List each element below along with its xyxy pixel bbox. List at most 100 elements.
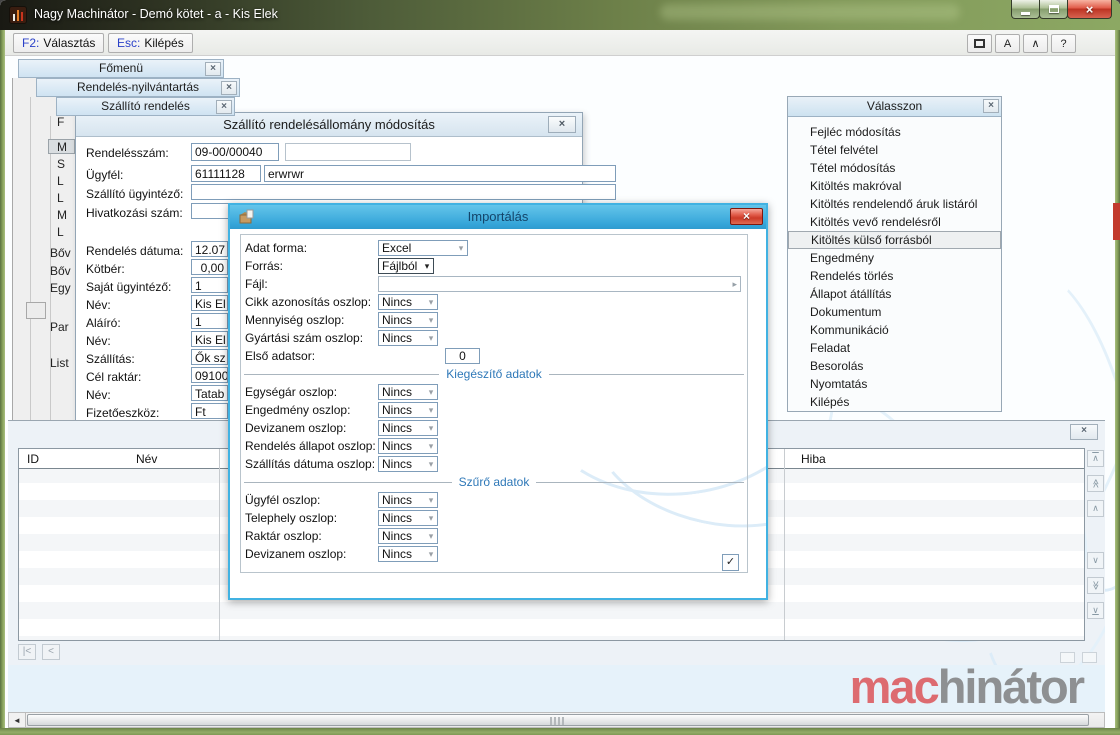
menu-item[interactable]: Kommunikáció bbox=[788, 321, 1001, 339]
scroll-top-button[interactable]: ∧ bbox=[1087, 450, 1104, 467]
menu-item[interactable]: Besorolás bbox=[788, 357, 1001, 375]
form-row: Első adatsor: 0 bbox=[230, 348, 766, 364]
discount-column-dropdown[interactable]: Nincs ▾ bbox=[378, 402, 438, 418]
chevron-down-icon: ▾ bbox=[428, 422, 434, 433]
shipping-field[interactable]: Ők sz bbox=[191, 349, 228, 365]
column-header-nev[interactable]: Név bbox=[136, 452, 157, 466]
order-number-extra-field[interactable] bbox=[285, 143, 411, 161]
horizontal-scrollbar[interactable]: ◄ bbox=[8, 712, 1105, 728]
menu-item[interactable]: Dokumentum bbox=[788, 303, 1001, 321]
chevron-down-icon: ▾ bbox=[428, 404, 434, 415]
window-szallito-rendeles[interactable]: Szállító rendelés × bbox=[56, 97, 235, 116]
menu-item[interactable]: Tétel felvétel bbox=[788, 141, 1001, 159]
scroll-up-button[interactable]: ∧ bbox=[1087, 500, 1104, 517]
scrollbar-thumb[interactable] bbox=[27, 714, 1089, 726]
menu-item[interactable]: Kitöltés vevő rendelésről bbox=[788, 213, 1001, 231]
menu-item[interactable]: Állapot átállítás bbox=[788, 285, 1001, 303]
first-record-button[interactable]: |< bbox=[18, 644, 36, 660]
column-header-id[interactable]: ID bbox=[27, 452, 39, 466]
menu-item-selected[interactable]: Kitöltés külső forrásból bbox=[788, 231, 1001, 249]
serial-column-dropdown[interactable]: Nincs ▾ bbox=[378, 330, 438, 346]
maximize-button[interactable] bbox=[1039, 0, 1068, 19]
page-up-button[interactable]: ≪ bbox=[1087, 475, 1104, 492]
column-separator bbox=[784, 449, 785, 640]
menu-item[interactable]: Kilépés bbox=[788, 393, 1001, 411]
dialog-close-button[interactable]: × bbox=[548, 116, 576, 133]
window-mode-button[interactable] bbox=[967, 34, 992, 53]
panel-close-button[interactable]: × bbox=[1070, 424, 1098, 440]
page-down-button[interactable]: ≫ bbox=[1087, 577, 1104, 594]
scroll-down-button[interactable]: ∨ bbox=[1087, 552, 1104, 569]
warehouse-column-dropdown[interactable]: Nincs ▾ bbox=[378, 528, 438, 544]
minimize-icon bbox=[1021, 11, 1030, 15]
corner-button[interactable] bbox=[1060, 652, 1075, 663]
logo-part-red: mac bbox=[849, 660, 940, 713]
minimize-button[interactable] bbox=[1011, 0, 1040, 19]
collapse-button[interactable]: ∧ bbox=[1023, 34, 1048, 53]
currency-column-dropdown[interactable]: Nincs ▾ bbox=[378, 420, 438, 436]
choose-button[interactable]: F2: Választás bbox=[13, 33, 105, 53]
menu-item[interactable]: Tétel módosítás bbox=[788, 159, 1001, 177]
order-status-column-dropdown[interactable]: Nincs ▾ bbox=[378, 438, 438, 454]
panel-close-button[interactable]: × bbox=[983, 99, 999, 113]
menu-item[interactable]: Engedmény bbox=[788, 249, 1001, 267]
close-icon[interactable]: × bbox=[216, 100, 232, 114]
order-number-field[interactable]: 09-00/00040 bbox=[191, 143, 279, 161]
filter-currency-column-dropdown[interactable]: Nincs ▾ bbox=[378, 546, 438, 562]
close-icon[interactable]: × bbox=[205, 62, 221, 76]
field-label: Rendelés dátuma: bbox=[86, 244, 184, 258]
currency-field[interactable]: Ft bbox=[191, 403, 228, 419]
menu-item[interactable]: Kitöltés rendelendő áruk listáról bbox=[788, 195, 1001, 213]
column-header-hiba[interactable]: Hiba bbox=[801, 452, 826, 466]
prev-record-button[interactable]: < bbox=[42, 644, 60, 660]
signer-name-field[interactable]: Kis El bbox=[191, 331, 228, 347]
chevron-down-icon: ▾ bbox=[428, 296, 434, 307]
field-label: Szállítás: bbox=[86, 352, 135, 366]
corner-button[interactable] bbox=[1082, 652, 1097, 663]
menu-item[interactable]: Feladat bbox=[788, 339, 1001, 357]
confirm-button[interactable]: ✓ bbox=[722, 554, 739, 571]
unit-price-column-dropdown[interactable]: Nincs ▾ bbox=[378, 384, 438, 400]
dialog-close-button[interactable]: × bbox=[730, 208, 763, 225]
scroll-bottom-button[interactable]: ∨ bbox=[1087, 602, 1104, 619]
window-fomenu[interactable]: Főmenü × bbox=[18, 59, 224, 78]
chevron-down-icon: ∨ bbox=[1092, 555, 1099, 565]
file-path-field[interactable]: ▸ bbox=[378, 276, 741, 292]
menu-item[interactable]: Fejléc módosítás bbox=[788, 123, 1001, 141]
customer-name-field[interactable]: erwrwr bbox=[264, 165, 616, 182]
menu-item[interactable]: Nyomtatás bbox=[788, 375, 1001, 393]
scroll-left-button[interactable]: ◄ bbox=[9, 713, 26, 727]
menu-item[interactable]: Rendelés törlés bbox=[788, 267, 1001, 285]
quantity-column-dropdown[interactable]: Nincs ▾ bbox=[378, 312, 438, 328]
penalty-field[interactable]: 0,00 bbox=[191, 259, 228, 275]
warehouse-name-field[interactable]: Tatab bbox=[191, 385, 228, 401]
order-date-field[interactable]: 12.07 bbox=[191, 241, 228, 257]
data-format-dropdown[interactable]: Excel ▾ bbox=[378, 240, 468, 256]
window-frame bbox=[0, 728, 1120, 735]
font-button[interactable]: A bbox=[995, 34, 1020, 53]
exit-button[interactable]: Esc: Kilépés bbox=[108, 33, 193, 53]
scroll-top-icon: ∧ bbox=[1092, 453, 1099, 463]
clerk-name-field[interactable]: Kis El bbox=[191, 295, 228, 311]
customer-code-field[interactable]: 61111128 bbox=[191, 165, 261, 182]
window-rendeles-nyilvantartas[interactable]: Rendelés-nyilvántartás × bbox=[36, 78, 240, 97]
window-title: Főmenü bbox=[98, 61, 144, 75]
signer-field[interactable]: 1 bbox=[191, 313, 228, 329]
help-icon: ? bbox=[1060, 37, 1067, 50]
own-clerk-field[interactable]: 1 bbox=[191, 277, 228, 293]
wallpaper-fragment bbox=[1113, 203, 1120, 240]
target-warehouse-field[interactable]: 09100 bbox=[191, 367, 228, 383]
close-icon[interactable]: × bbox=[221, 81, 237, 95]
close-button[interactable]: × bbox=[1067, 0, 1112, 19]
item-id-column-dropdown[interactable]: Nincs ▾ bbox=[378, 294, 438, 310]
site-column-dropdown[interactable]: Nincs ▾ bbox=[378, 510, 438, 526]
ship-date-column-dropdown[interactable]: Nincs ▾ bbox=[378, 456, 438, 472]
help-button[interactable]: ? bbox=[1051, 34, 1076, 53]
supplier-clerk-field[interactable] bbox=[191, 184, 616, 200]
file-browse-icon[interactable]: ▸ bbox=[732, 279, 737, 290]
field-label: Telephely oszlop: bbox=[245, 511, 338, 525]
source-dropdown[interactable]: Fájlból ▾ bbox=[378, 258, 434, 274]
customer-column-dropdown[interactable]: Nincs ▾ bbox=[378, 492, 438, 508]
menu-item[interactable]: Kitöltés makróval bbox=[788, 177, 1001, 195]
first-data-row-field[interactable]: 0 bbox=[445, 348, 480, 364]
